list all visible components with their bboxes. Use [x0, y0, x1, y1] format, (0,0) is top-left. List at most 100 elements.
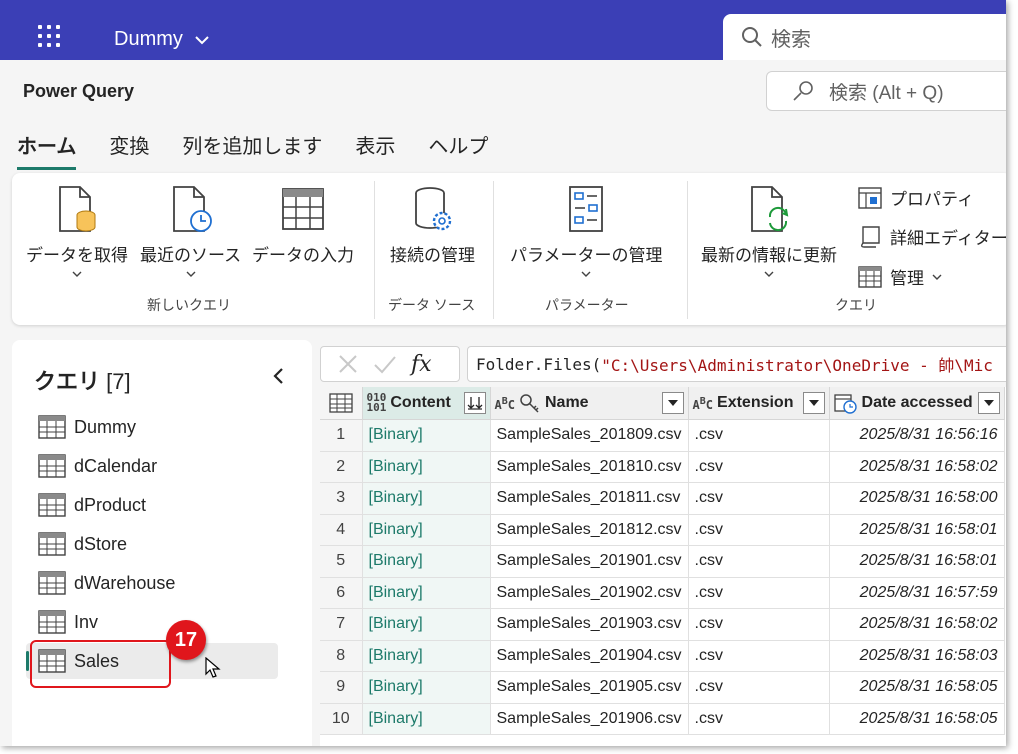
chevron-down-icon: [72, 271, 82, 277]
table-row[interactable]: 2 [Binary] SampleSales_201810.csv .csv 2025/…: [320, 451, 1005, 483]
properties-label: プロパティ: [890, 190, 974, 209]
commit-formula-icon[interactable]: [373, 353, 397, 375]
tab-view[interactable]: 表示: [355, 130, 395, 170]
query-item-dstore[interactable]: dStore: [26, 526, 278, 562]
chevron-down-icon: [195, 35, 209, 44]
ribbon: データを取得 最近のソース データの入力 新しいクエリ 接続の管理 データ ソー…: [12, 173, 1006, 325]
name-cell: SampleSales_201902.csv: [490, 577, 689, 609]
get-data-button[interactable]: データを取得: [26, 185, 128, 278]
content-cell[interactable]: [Binary]: [362, 482, 491, 515]
manage-button[interactable]: 管理: [858, 264, 942, 289]
column-header-content[interactable]: 010 101 Content: [362, 387, 491, 420]
column-header-label: Date accessed: [861, 394, 973, 411]
workspace-switcher[interactable]: Dummy: [114, 28, 209, 51]
parameters-icon: [569, 186, 604, 232]
tab-home[interactable]: ホーム: [17, 130, 77, 170]
table-icon: [38, 415, 66, 439]
group-data-source-label: データ ソース: [388, 297, 476, 313]
chevron-down-icon: [186, 271, 196, 277]
query-item-dwarehouse[interactable]: dWarehouse: [26, 565, 278, 601]
table-row[interactable]: 9 [Binary] SampleSales_201905.csv .csv 2025/…: [320, 671, 1005, 704]
query-item-dproduct[interactable]: dProduct: [26, 487, 278, 523]
data-table: 010 101 Content ABC Name ABC Extension D…: [320, 387, 1005, 735]
key-icon: [520, 394, 539, 413]
table-row[interactable]: 8 [Binary] SampleSales_201904.csv .csv 2025/…: [320, 640, 1005, 672]
app-launcher-icon[interactable]: [38, 25, 64, 51]
datetime-type-icon[interactable]: [833, 392, 858, 414]
table-row[interactable]: 1 [Binary] SampleSales_201809.csv .csv 2025/…: [320, 419, 1005, 452]
date-accessed-cell: 2025/8/31 16:56:16: [829, 419, 1005, 452]
query-label: Inv: [74, 611, 99, 632]
properties-icon: [858, 186, 882, 209]
properties-button[interactable]: プロパティ: [858, 185, 974, 210]
ribbon-divider: [493, 181, 494, 319]
table-row[interactable]: 10 [Binary] SampleSales_201906.csv .csv 2025…: [320, 703, 1005, 735]
recent-sources-button[interactable]: 最近のソース: [140, 185, 241, 278]
table-icon: [38, 571, 66, 595]
ribbon-tabs: ホーム 変換 列を追加します 表示 ヘルプ: [17, 130, 488, 170]
content-cell[interactable]: [Binary]: [362, 514, 491, 546]
name-cell: SampleSales_201904.csv: [490, 640, 689, 672]
query-item-dummy[interactable]: Dummy: [26, 409, 278, 445]
manage-connections-button[interactable]: 接続の管理: [390, 185, 475, 266]
name-cell: SampleSales_201905.csv: [490, 671, 689, 704]
cancel-formula-icon[interactable]: [337, 353, 359, 375]
name-cell: SampleSales_201906.csv: [490, 703, 689, 735]
chevron-down-icon: [932, 274, 942, 280]
function-icon[interactable]: fx: [411, 352, 432, 377]
command-search-input[interactable]: 検索 (Alt + Q): [766, 71, 1006, 111]
binary-type-icon[interactable]: 010 101: [367, 392, 387, 413]
chevron-left-icon[interactable]: [270, 366, 286, 386]
column-header-name[interactable]: ABC Name: [490, 387, 689, 420]
queries-title: クエリ: [34, 369, 101, 394]
advanced-editor-button[interactable]: 詳細エディター: [858, 224, 1006, 249]
text-type-icon[interactable]: ABC: [693, 396, 714, 411]
database-gear-icon: [414, 187, 451, 231]
table-row[interactable]: 6 [Binary] SampleSales_201902.csv .csv 2025/…: [320, 577, 1005, 609]
row-number: 9: [320, 671, 363, 704]
mouse-pointer-icon: [205, 657, 221, 678]
table-row[interactable]: 7 [Binary] SampleSales_201903.csv .csv 2025/…: [320, 608, 1005, 641]
recent-sources-label: 最近のソース: [140, 246, 242, 265]
content-cell[interactable]: [Binary]: [362, 451, 491, 483]
annotation-step-badge: 17: [166, 620, 206, 660]
enter-data-button[interactable]: データの入力: [252, 185, 354, 266]
content-cell[interactable]: [Binary]: [362, 545, 491, 578]
table-row[interactable]: 5 [Binary] SampleSales_201901.csv .csv 2025/…: [320, 545, 1005, 578]
table-row[interactable]: 3 [Binary] SampleSales_201811.csv .csv 2025/…: [320, 482, 1005, 515]
global-search-input[interactable]: 検索: [723, 14, 1006, 60]
formula-string: "C:\Users\Administrator\OneDrive - 帥\Mic: [601, 356, 993, 375]
tab-help[interactable]: ヘルプ: [428, 130, 488, 170]
date-accessed-cell: 2025/8/31 16:58:05: [829, 703, 1005, 735]
expand-binary-icon[interactable]: [463, 392, 486, 414]
content-cell[interactable]: [Binary]: [362, 419, 491, 452]
extension-cell: .csv: [688, 451, 830, 483]
select-all-table-icon[interactable]: [320, 387, 363, 420]
content-cell[interactable]: [Binary]: [362, 640, 491, 672]
table-icon: [38, 493, 66, 517]
date-accessed-cell: 2025/8/31 16:57:59: [829, 577, 1005, 609]
formula-input[interactable]: Folder.Files("C:\Users\Administrator\One…: [467, 346, 1006, 382]
manage-parameters-button[interactable]: パラメーターの管理: [510, 185, 663, 278]
tab-transform[interactable]: 変換: [109, 130, 149, 170]
column-filter-dropdown-icon[interactable]: [802, 392, 825, 414]
column-filter-dropdown-icon[interactable]: [977, 392, 1000, 414]
refresh-button[interactable]: 最新の情報に更新: [701, 185, 837, 278]
query-item-inv[interactable]: Inv: [26, 604, 278, 640]
selection-indicator: [26, 651, 29, 671]
name-cell: SampleSales_201903.csv: [490, 608, 689, 641]
column-header-date-accessed[interactable]: Date accessed: [829, 387, 1005, 420]
row-number: 10: [320, 703, 363, 735]
tab-add-column[interactable]: 列を追加します: [182, 130, 322, 170]
column-header-extension[interactable]: ABC Extension: [688, 387, 830, 420]
content-cell[interactable]: [Binary]: [362, 703, 491, 735]
content-cell[interactable]: [Binary]: [362, 671, 491, 704]
table-row[interactable]: 4 [Binary] SampleSales_201812.csv .csv 2025/…: [320, 514, 1005, 546]
date-accessed-cell: 2025/8/31 16:58:02: [829, 608, 1005, 641]
query-item-dcalendar[interactable]: dCalendar: [26, 448, 278, 484]
extension-cell: .csv: [688, 514, 830, 546]
column-filter-dropdown-icon[interactable]: [661, 392, 684, 414]
content-cell[interactable]: [Binary]: [362, 608, 491, 641]
content-cell[interactable]: [Binary]: [362, 577, 491, 609]
text-type-icon[interactable]: ABC: [495, 396, 516, 411]
